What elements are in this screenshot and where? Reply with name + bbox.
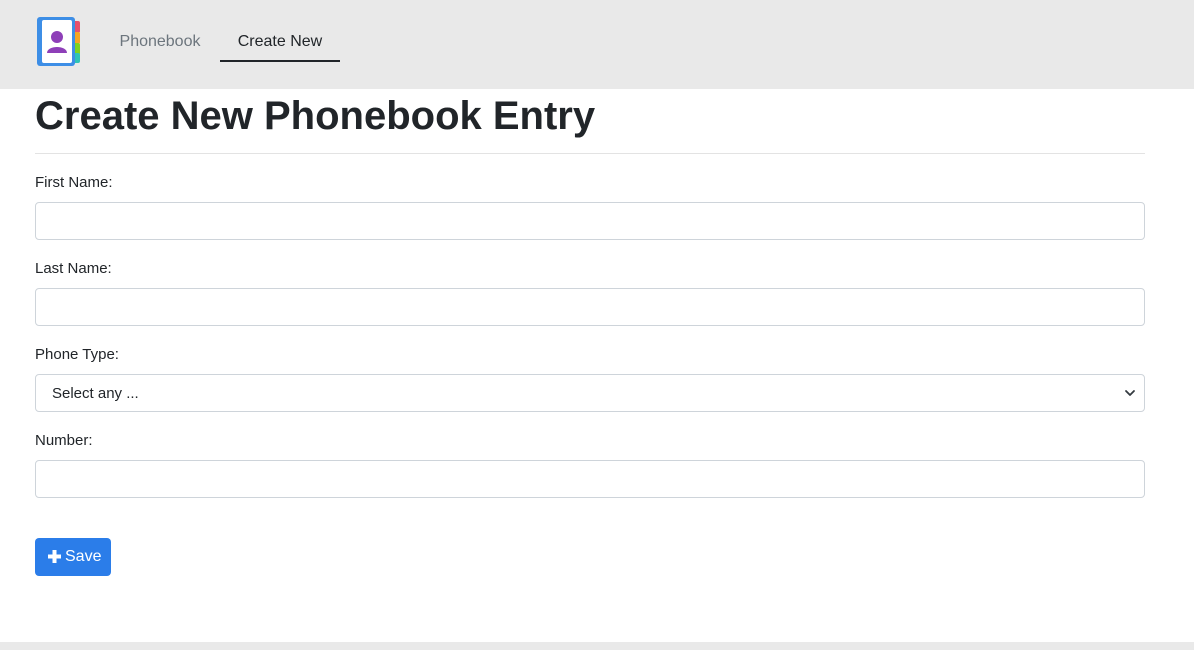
chevron-down-icon xyxy=(1125,390,1135,396)
plus-icon xyxy=(48,550,61,563)
last-name-label: Last Name: xyxy=(35,260,112,277)
phone-type-selected-value: Select any ... xyxy=(52,385,139,402)
title-divider xyxy=(35,153,1145,154)
first-name-input[interactable] xyxy=(35,202,1145,240)
nav-create-new[interactable]: Create New xyxy=(220,22,340,62)
number-input[interactable] xyxy=(35,460,1145,498)
footer-bar xyxy=(0,642,1194,650)
save-button-label: Save xyxy=(65,548,102,565)
phone-type-label: Phone Type: xyxy=(35,346,119,363)
number-label: Number: xyxy=(35,432,93,449)
phone-type-select[interactable]: Select any ... xyxy=(35,374,1145,412)
last-name-input[interactable] xyxy=(35,288,1145,326)
save-button[interactable]: Save xyxy=(35,538,111,576)
first-name-label: First Name: xyxy=(35,174,113,191)
nav-phonebook[interactable]: Phonebook xyxy=(110,22,210,62)
page-title: Create New Phonebook Entry xyxy=(35,94,596,138)
top-navbar: Phonebook Create New xyxy=(0,0,1194,89)
phonebook-logo-icon[interactable] xyxy=(37,17,83,67)
